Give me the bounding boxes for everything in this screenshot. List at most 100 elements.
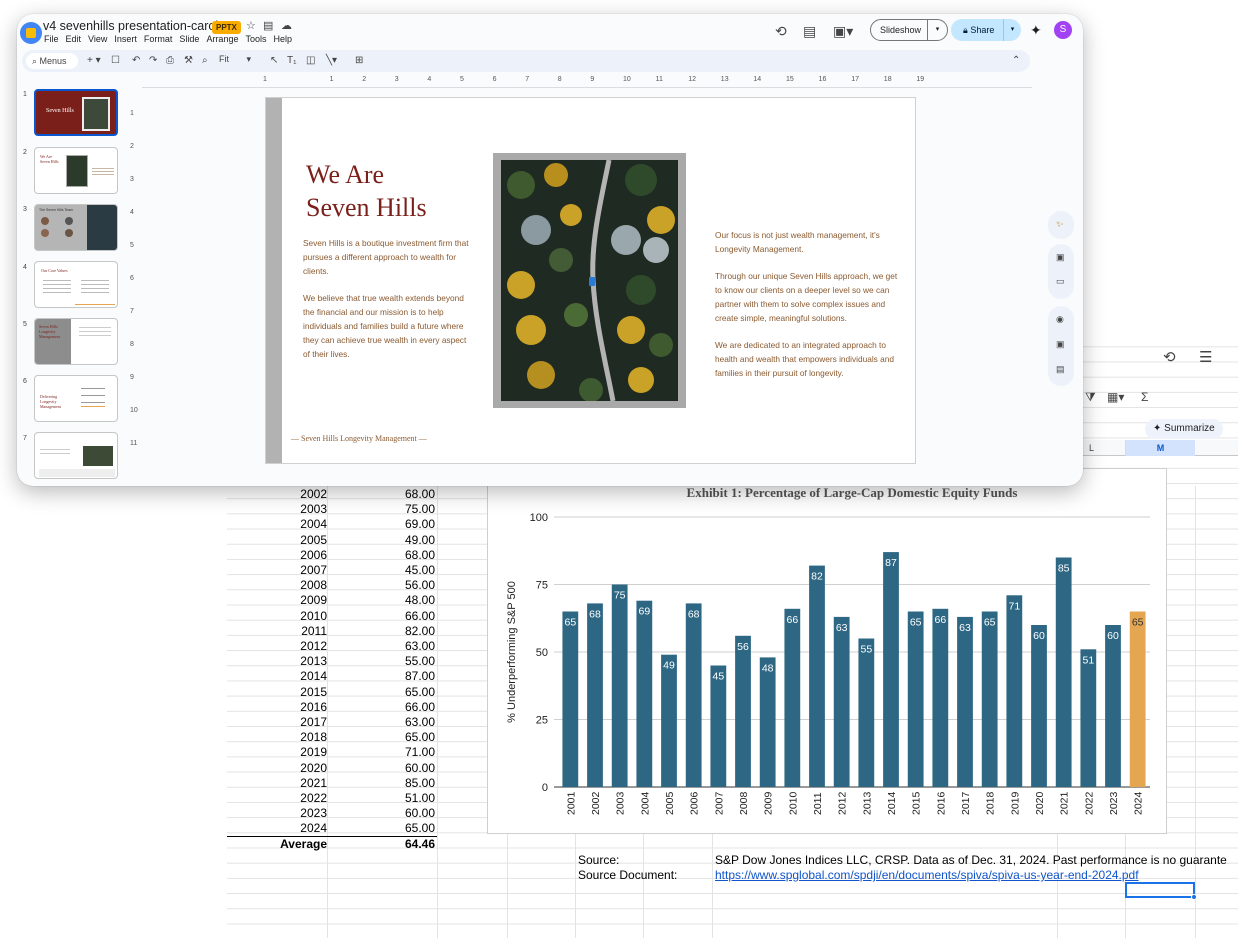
table-row[interactable]: 2005 49.00 (227, 533, 437, 548)
value-cell[interactable]: 66.00 (327, 609, 435, 624)
table-row[interactable]: 2018 65.00 (227, 730, 437, 745)
table-row[interactable]: 2017 63.00 (227, 715, 437, 730)
menu-tools[interactable]: Tools (245, 34, 266, 44)
year-cell[interactable]: 2019 (227, 745, 327, 760)
slide-right-paragraph-2[interactable]: Through our unique Seven Hills approach,… (715, 269, 905, 325)
record-icon[interactable]: ◉ (1056, 314, 1064, 325)
menu-help[interactable]: Help (273, 34, 292, 44)
year-cell[interactable]: 2002 (227, 487, 327, 502)
slide-thumbnail-5[interactable]: Seven Hills Longevity Management (34, 318, 118, 365)
version-history-icon[interactable]: ⟲ (1163, 348, 1176, 366)
keep-icon[interactable]: ▣ (1056, 252, 1065, 263)
value-cell[interactable]: 87.00 (327, 669, 435, 684)
year-cell[interactable]: 2015 (227, 685, 327, 700)
table-row[interactable]: 2016 66.00 (227, 700, 437, 715)
table-row[interactable]: 2010 66.00 (227, 609, 437, 624)
table-row[interactable]: 2007 45.00 (227, 563, 437, 578)
value-cell[interactable]: 60.00 (327, 806, 435, 821)
table-row[interactable]: 2011 82.00 (227, 624, 437, 639)
value-cell[interactable]: 51.00 (327, 791, 435, 806)
value-cell[interactable]: 68.00 (327, 487, 435, 502)
year-cell[interactable]: 2006 (227, 548, 327, 563)
meet-icon[interactable]: ▣▾ (833, 23, 853, 40)
summarize-button[interactable]: ✦ Summarize (1145, 419, 1223, 439)
slideshow-dropdown-icon[interactable]: ▾ (927, 20, 947, 40)
menu-format[interactable]: Format (144, 34, 173, 44)
table-row[interactable]: 2023 60.00 (227, 806, 437, 821)
folder-icon[interactable]: ▭ (1056, 276, 1065, 287)
year-cell[interactable]: 2004 (227, 517, 327, 532)
collapse-toolbar-icon[interactable]: ⌃ (1012, 54, 1020, 68)
year-cell[interactable]: 2007 (227, 563, 327, 578)
magic-icon[interactable]: ✨︎ (1056, 219, 1063, 230)
year-cell[interactable]: 2009 (227, 593, 327, 608)
year-cell[interactable]: 2020 (227, 761, 327, 776)
year-cell[interactable]: 2022 (227, 791, 327, 806)
select-icon[interactable]: ↖ (270, 54, 278, 68)
table-row[interactable]: 2004 69.00 (227, 517, 437, 532)
table-row[interactable]: 2009 48.00 (227, 593, 437, 608)
slide-right-paragraph-1[interactable]: Our focus is not just wealth management,… (715, 228, 905, 256)
slide-title[interactable]: We Are Seven Hills (306, 158, 427, 224)
year-cell[interactable]: 2023 (227, 806, 327, 821)
comments-icon[interactable]: ☰ (1199, 348, 1212, 366)
value-cell[interactable]: 63.00 (327, 639, 435, 654)
slide-thumbnail-4[interactable]: Our Core Values (34, 261, 118, 308)
table-row[interactable]: 2014 87.00 (227, 669, 437, 684)
cloud-status-icon[interactable]: ☁ (281, 19, 292, 32)
year-cell[interactable]: 2008 (227, 578, 327, 593)
menu-arrange[interactable]: Arrange (206, 34, 238, 44)
slide-left-paragraph-2[interactable]: We believe that true wealth extends beyo… (303, 291, 475, 361)
embedded-chart[interactable]: Exhibit 1: Percentage of Large-Cap Domes… (487, 468, 1167, 834)
year-cell[interactable]: 2005 (227, 533, 327, 548)
year-cell[interactable]: 2016 (227, 700, 327, 715)
forest-road-photo[interactable] (493, 153, 686, 408)
zoom-select[interactable]: Fit ▾ (219, 54, 251, 65)
table-icon[interactable]: ▦▾ (1107, 390, 1124, 404)
slide-thumbnail-7[interactable] (34, 432, 118, 479)
functions-icon[interactable]: Σ (1141, 390, 1148, 404)
value-cell[interactable]: 66.00 (327, 700, 435, 715)
document-title[interactable]: v4 sevenhills presentation-carolyne (43, 19, 238, 33)
year-cell[interactable]: 2017 (227, 715, 327, 730)
value-cell[interactable]: 75.00 (327, 502, 435, 517)
table-row[interactable]: 2006 68.00 (227, 548, 437, 563)
paint-format-icon[interactable]: ⚒ (184, 54, 193, 68)
year-cell[interactable]: 2014 (227, 669, 327, 684)
column-header-m[interactable]: M (1125, 440, 1195, 456)
table-row[interactable]: 2021 85.00 (227, 776, 437, 791)
year-cell[interactable]: 2018 (227, 730, 327, 745)
slideshow-button[interactable]: Slideshow ▾ (870, 19, 948, 41)
share-dropdown-icon[interactable]: ▾ (1003, 19, 1021, 41)
layout-icon[interactable]: ☐ (111, 54, 120, 68)
year-cell[interactable]: 2013 (227, 654, 327, 669)
value-cell[interactable]: 68.00 (327, 548, 435, 563)
zoom-icon[interactable]: ⌕ (202, 54, 208, 68)
year-cell[interactable]: 2012 (227, 639, 327, 654)
year-cell[interactable]: 2010 (227, 609, 327, 624)
average-value[interactable]: 64.46 (327, 837, 435, 852)
menu-file[interactable]: File (44, 34, 59, 44)
value-cell[interactable]: 49.00 (327, 533, 435, 548)
table-row[interactable]: 2015 65.00 (227, 685, 437, 700)
year-cell[interactable]: 2021 (227, 776, 327, 791)
value-cell[interactable]: 82.00 (327, 624, 435, 639)
comments-icon[interactable]: ▤ (803, 23, 816, 40)
table-row[interactable]: 2022 51.00 (227, 791, 437, 806)
text-box-icon[interactable]: T₁ (287, 54, 296, 68)
move-folder-icon[interactable]: ▤ (263, 19, 273, 32)
table-row[interactable]: 2012 63.00 (227, 639, 437, 654)
value-cell[interactable]: 63.00 (327, 715, 435, 730)
print-icon[interactable]: ⎙ (166, 54, 174, 68)
average-label[interactable]: Average (227, 837, 327, 852)
table-row[interactable]: 2013 55.00 (227, 654, 437, 669)
slide-left-paragraph-1[interactable]: Seven Hills is a boutique investment fir… (303, 236, 475, 278)
menu-view[interactable]: View (88, 34, 107, 44)
slide-thumbnail-1[interactable]: Seven Hills (34, 89, 118, 136)
value-cell[interactable]: 48.00 (327, 593, 435, 608)
value-cell[interactable]: 55.00 (327, 654, 435, 669)
comment-add-icon[interactable]: ⊞ (355, 54, 363, 68)
table-row[interactable]: 2003 75.00 (227, 502, 437, 517)
video-icon[interactable]: ▣ (1056, 339, 1065, 350)
value-cell[interactable]: 65.00 (327, 685, 435, 700)
